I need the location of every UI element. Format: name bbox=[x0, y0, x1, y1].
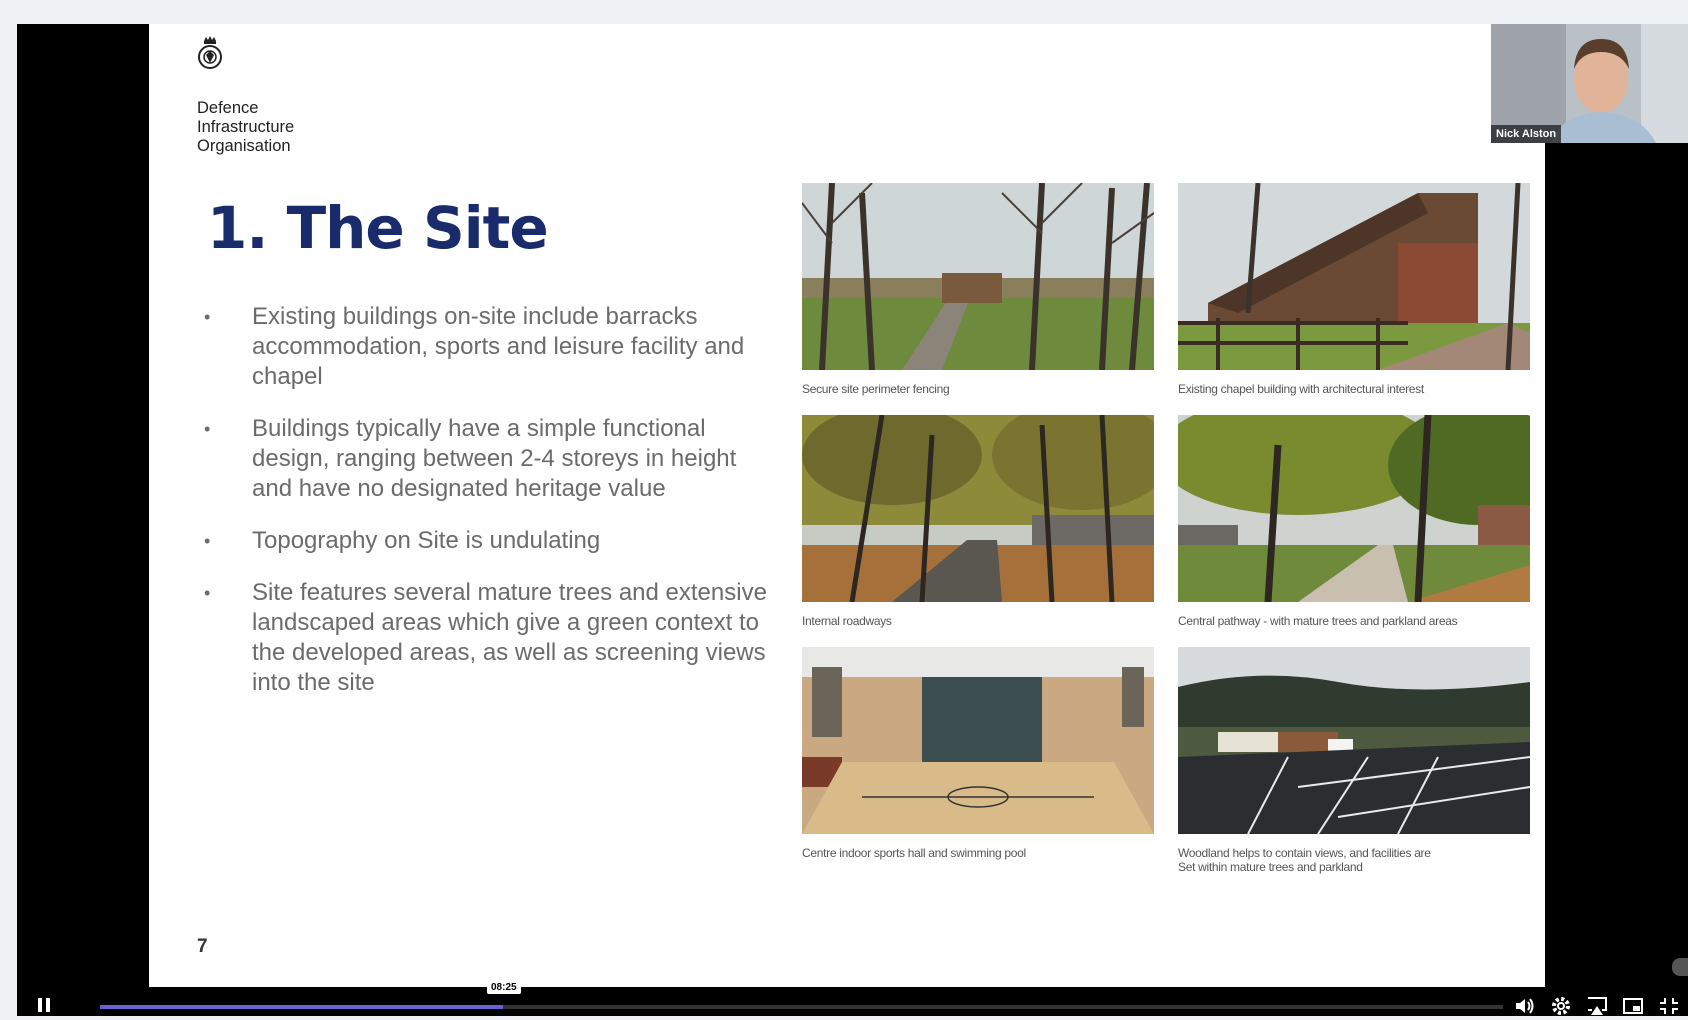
slide-title: 1. The Site bbox=[207, 194, 549, 262]
crown-crest-icon bbox=[198, 36, 222, 69]
page-number: 7 bbox=[197, 936, 208, 957]
bullet-dot: • bbox=[204, 307, 211, 327]
bullet-dot: • bbox=[204, 419, 211, 439]
bullet-text: Buildings typically have a simple functi… bbox=[252, 415, 737, 502]
photo-car-park bbox=[1178, 647, 1530, 834]
photo-caption: Existing chapel building with architectu… bbox=[1178, 382, 1424, 396]
org-name-line-3: Organisation bbox=[197, 137, 291, 155]
photo-sports-hall bbox=[802, 647, 1154, 834]
exit-fullscreen-icon[interactable] bbox=[1658, 996, 1680, 1016]
chat-icon[interactable] bbox=[1672, 958, 1688, 976]
org-name-line-2: Infrastructure bbox=[197, 118, 295, 136]
pause-icon[interactable] bbox=[38, 998, 52, 1014]
webcam-tile: Nick Alston bbox=[1491, 24, 1688, 143]
presentation-slide: Defence Infrastructure Organisation 1. T… bbox=[149, 24, 1545, 987]
photo-chapel bbox=[1178, 183, 1530, 370]
picture-in-picture-icon[interactable] bbox=[1622, 996, 1644, 1016]
bullet-item: • Existing buildings on-site include barr… bbox=[204, 302, 779, 392]
photo-caption: Central pathway - with mature trees and … bbox=[1178, 614, 1458, 628]
photo-perimeter-path bbox=[802, 183, 1154, 370]
photo-caption: Secure site perimeter fencing bbox=[802, 382, 950, 396]
progress-played bbox=[100, 1005, 503, 1009]
bullet-item: • Site features several mature trees and … bbox=[204, 578, 779, 698]
airplay-icon[interactable] bbox=[1586, 996, 1608, 1016]
photo-caption: Woodland helps to contain views, and fac… bbox=[1178, 846, 1431, 874]
photo-caption: Centre indoor sports hall and swimming p… bbox=[802, 846, 1026, 860]
volume-icon[interactable] bbox=[1514, 996, 1536, 1016]
progress-bar[interactable] bbox=[100, 1005, 1503, 1009]
player-controls bbox=[0, 990, 1688, 1016]
bullet-dot: • bbox=[204, 531, 211, 551]
bullet-item: • Topography on Site is undulating bbox=[204, 526, 779, 556]
bullet-item: • Buildings typically have a simple funct… bbox=[204, 414, 779, 504]
bullet-text: Existing buildings on-site include barra… bbox=[252, 303, 745, 390]
bullet-dot: • bbox=[204, 583, 211, 603]
org-name-line-1: Defence bbox=[197, 99, 259, 117]
photo-caption: Internal roadways bbox=[802, 614, 892, 628]
photo-internal-roadway bbox=[802, 415, 1154, 602]
photo-central-pathway bbox=[1178, 415, 1530, 602]
gear-icon[interactable] bbox=[1550, 996, 1572, 1016]
bullet-text: Site features several mature trees and e… bbox=[252, 579, 767, 696]
participant-name-tag: Nick Alston bbox=[1491, 125, 1562, 143]
bullet-text: Topography on Site is undulating bbox=[252, 527, 601, 554]
bullet-list: • Existing buildings on-site include barr… bbox=[204, 302, 779, 720]
